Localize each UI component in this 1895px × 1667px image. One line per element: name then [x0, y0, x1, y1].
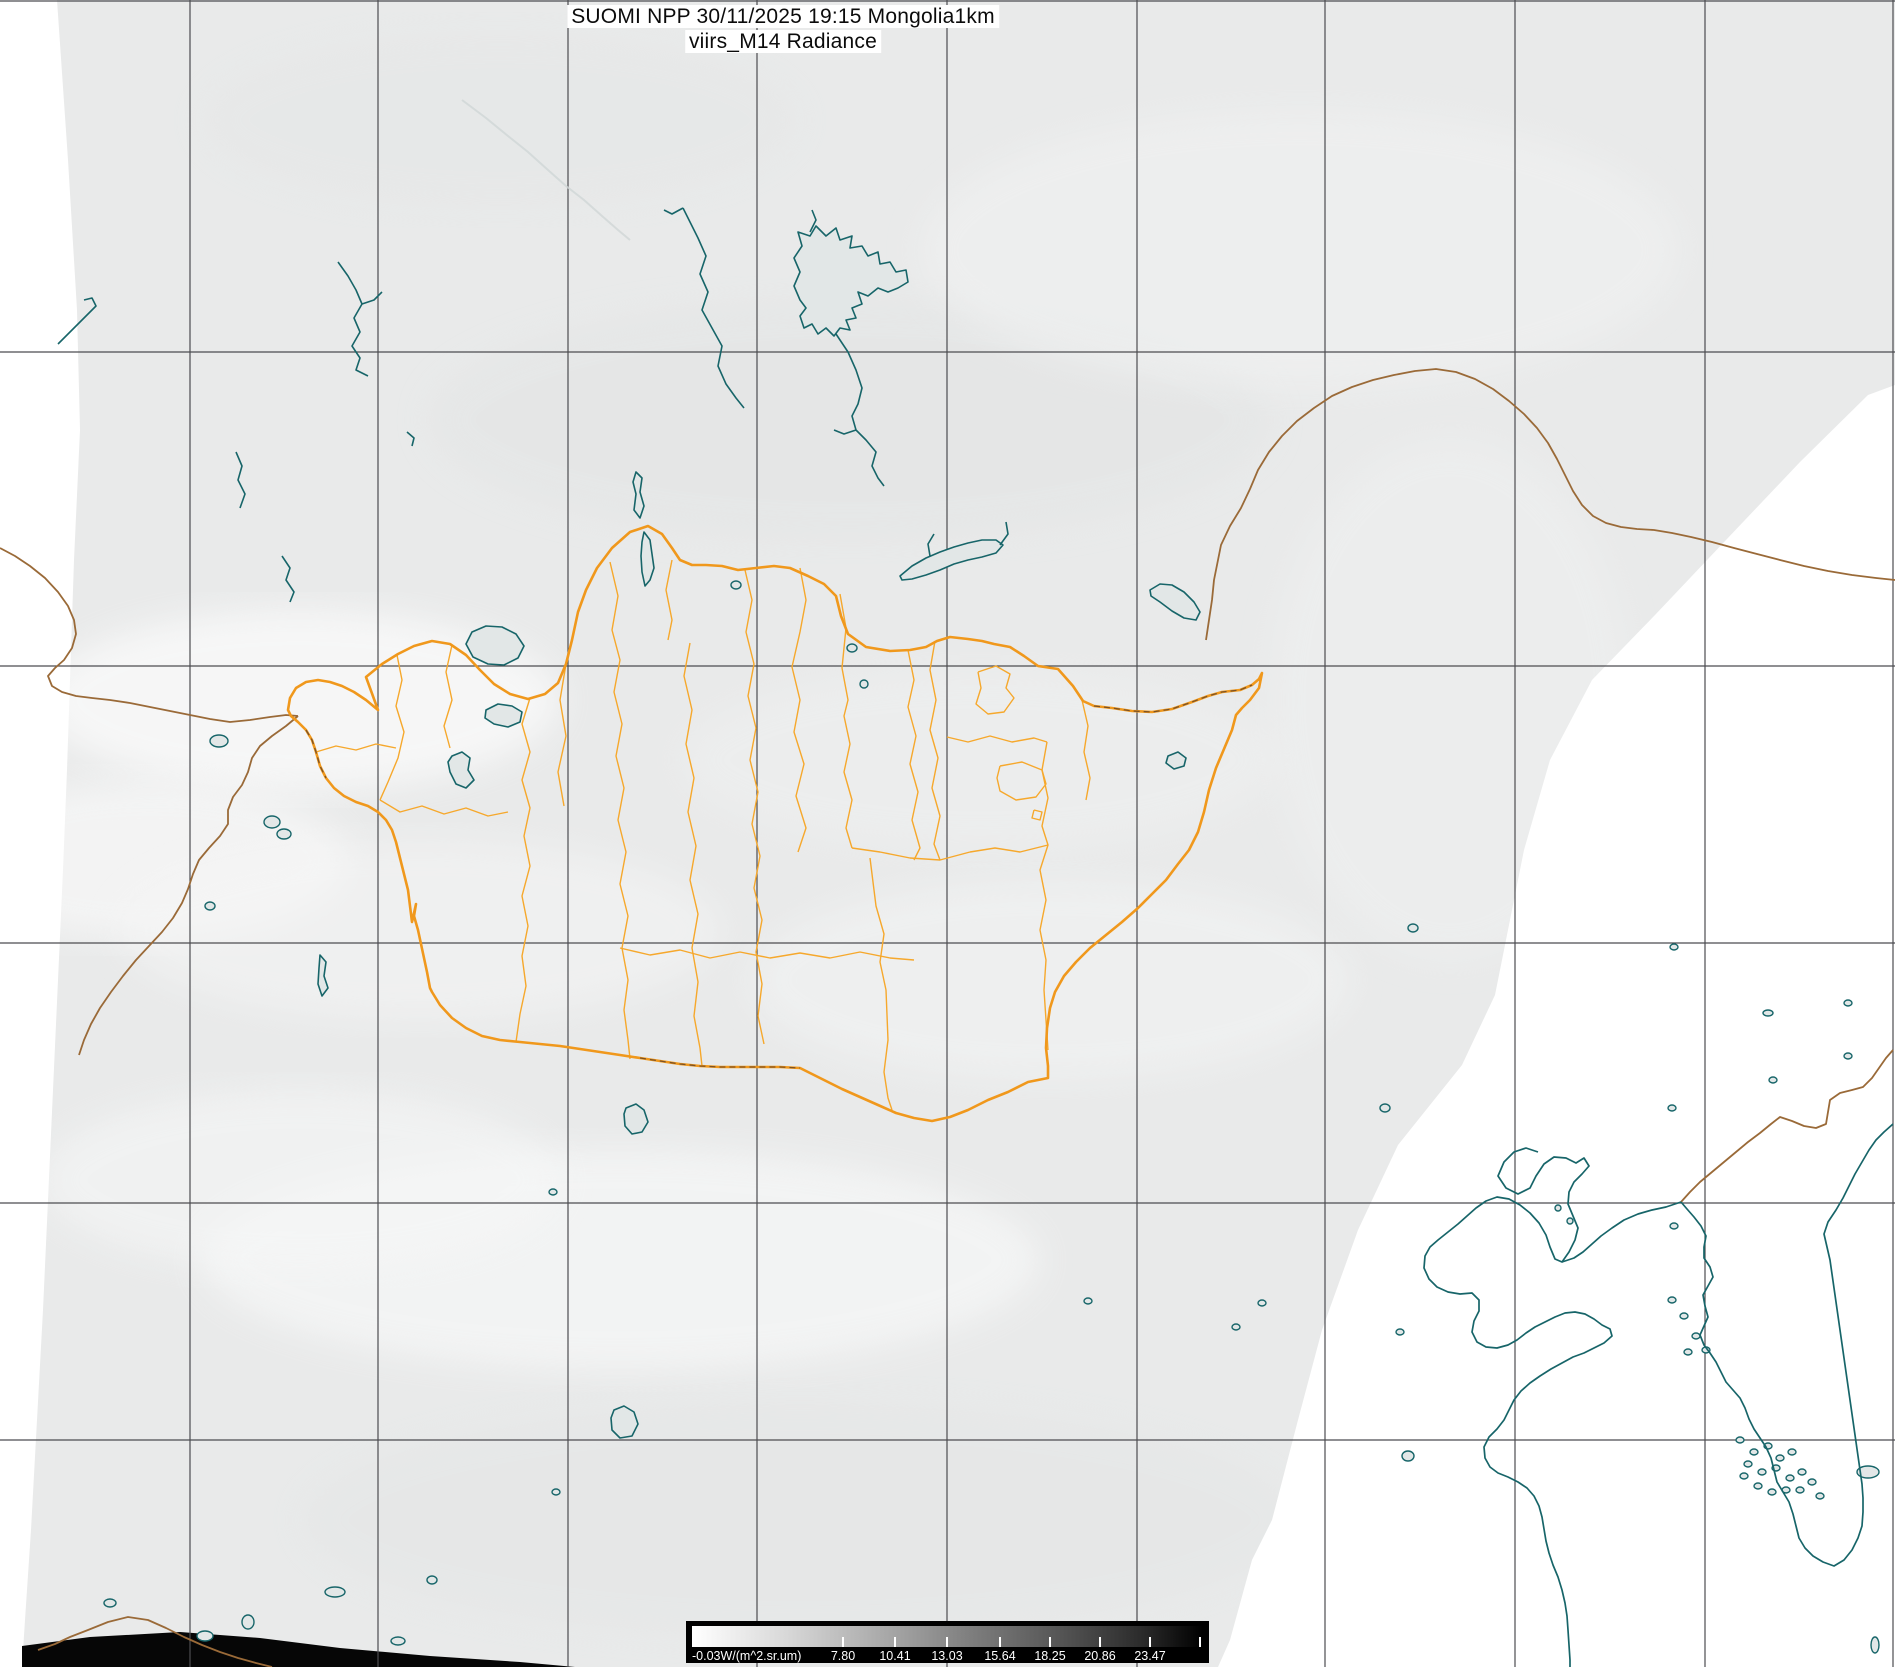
small-lake-or-island	[1670, 1223, 1678, 1229]
small-lake-or-island	[1871, 1637, 1879, 1653]
small-lake-or-island	[731, 581, 741, 589]
small-lake-or-island	[1555, 1205, 1561, 1211]
small-lake-or-island	[1750, 1449, 1758, 1455]
small-lake-or-island	[552, 1489, 560, 1495]
small-lake-or-island	[1380, 1104, 1390, 1112]
title-line-2: viirs_M14 Radiance	[567, 29, 999, 54]
colorbar-tick	[1049, 1637, 1051, 1647]
colorbar-tick	[1099, 1637, 1101, 1647]
cloud-texture	[920, 110, 1680, 390]
small-lake-or-island	[1763, 1010, 1773, 1016]
map-canvas	[0, 0, 1895, 1667]
colorbar-labels: -0.03W/(m^2.sr.um) 7.80 10.41 13.03 15.6…	[686, 1649, 1209, 1663]
colorbar-value: 10.41	[879, 1649, 910, 1663]
colorbar-tick	[842, 1637, 844, 1647]
cloud-texture	[40, 1090, 560, 1270]
cloud-texture	[750, 880, 1350, 1080]
small-lake-or-island	[1680, 1313, 1688, 1319]
small-lake-or-island	[1408, 924, 1418, 932]
small-lake-or-island	[549, 1189, 557, 1195]
small-lake-or-island	[1786, 1475, 1794, 1481]
small-lake-or-island	[1692, 1333, 1700, 1339]
small-lake-or-island	[104, 1599, 116, 1607]
colorbar-tick	[999, 1637, 1001, 1647]
small-lake-or-island	[277, 829, 291, 839]
small-lake-or-island	[1796, 1487, 1804, 1493]
radiance-colorbar: -0.03W/(m^2.sr.um) 7.80 10.41 13.03 15.6…	[686, 1621, 1209, 1663]
small-lake-or-island	[1668, 1297, 1676, 1303]
colorbar-value: 15.64	[984, 1649, 1015, 1663]
map-title: SUOMI NPP 30/11/2025 19:15 Mongolia1km v…	[567, 4, 999, 54]
colorbar-value: 18.25	[1034, 1649, 1065, 1663]
small-lake-or-island	[1769, 1077, 1777, 1083]
colorbar-value: 13.03	[931, 1649, 962, 1663]
colorbar-value: 23.47	[1134, 1649, 1165, 1663]
small-lake-or-island	[242, 1615, 254, 1629]
small-lake-or-island	[1744, 1461, 1752, 1467]
small-lake-or-island	[205, 902, 215, 910]
small-lake-or-island	[1754, 1483, 1762, 1489]
cloud-texture	[120, 840, 720, 1020]
small-lake-or-island	[1740, 1473, 1748, 1479]
colorbar-value: 7.80	[831, 1649, 855, 1663]
colorbar-tick	[946, 1637, 948, 1647]
small-lake-or-island	[1668, 1105, 1676, 1111]
colorbar-unit-label: -0.03W/(m^2.sr.um)	[692, 1649, 801, 1663]
small-lake-or-island	[197, 1631, 213, 1641]
cloud-texture	[300, 1400, 1300, 1640]
small-lake-or-island	[1776, 1455, 1784, 1461]
colorbar-value: 20.86	[1084, 1649, 1115, 1663]
small-lake-or-island	[1758, 1469, 1766, 1475]
small-lake-or-island	[1258, 1300, 1266, 1306]
small-lake-or-island	[1567, 1218, 1573, 1224]
colorbar-tick	[1199, 1637, 1201, 1647]
colorbar-tick	[1149, 1637, 1151, 1647]
small-lake-or-island	[391, 1637, 405, 1645]
small-lake-or-island	[1768, 1489, 1776, 1495]
small-lake-or-island	[1670, 944, 1678, 950]
small-lake-or-island	[264, 816, 280, 828]
small-lake-or-island	[1816, 1493, 1824, 1499]
colorbar-tick	[894, 1637, 896, 1647]
title-line-1: SUOMI NPP 30/11/2025 19:15 Mongolia1km	[567, 4, 999, 29]
cloud-texture	[680, 670, 1280, 850]
small-lake-or-island	[427, 1576, 437, 1584]
small-lake-or-island	[1844, 1053, 1852, 1059]
small-lake-or-island	[1684, 1349, 1692, 1355]
small-lake-or-island	[1844, 1000, 1852, 1006]
small-lake-or-island	[847, 644, 857, 652]
small-lake-or-island	[1396, 1329, 1404, 1335]
small-lake-or-island	[1808, 1479, 1816, 1485]
small-lake-or-island	[1084, 1298, 1092, 1304]
cloud-texture	[200, 30, 800, 210]
small-lake-or-island	[1736, 1437, 1744, 1443]
small-lake-or-island	[1788, 1449, 1796, 1455]
small-lake-or-island	[860, 680, 868, 688]
small-lake-or-island	[1798, 1469, 1806, 1475]
small-lake-or-island	[1402, 1451, 1414, 1461]
small-lake-or-island	[325, 1587, 345, 1597]
satellite-map-screen: SUOMI NPP 30/11/2025 19:15 Mongolia1km v…	[0, 0, 1895, 1667]
small-lake-or-island	[210, 735, 228, 747]
small-lake-or-island	[1232, 1324, 1240, 1330]
